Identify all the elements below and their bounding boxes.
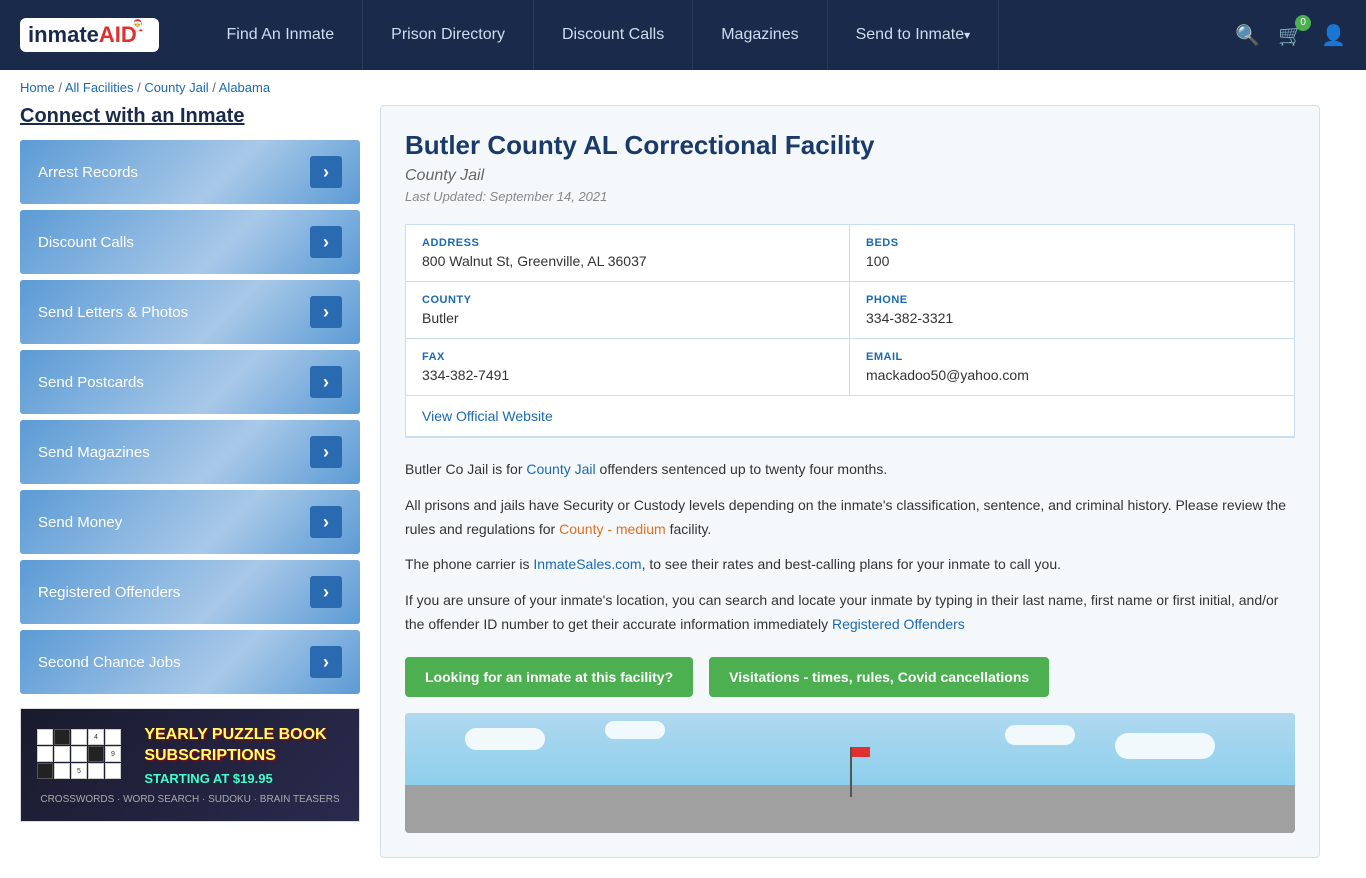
sidebar-item-label: Send Letters & Photos: [38, 304, 188, 321]
flag-icon: [852, 747, 870, 757]
sidebar: Connect with an Inmate Arrest Records › …: [20, 105, 360, 858]
nav-send-to-inmate[interactable]: Send to Inmate: [828, 0, 1000, 70]
action-buttons: Looking for an inmate at this facility? …: [405, 657, 1295, 697]
sidebar-item-label: Discount Calls: [38, 234, 134, 251]
desc-para-1: Butler Co Jail is for County Jail offend…: [405, 458, 1295, 482]
county-jail-link[interactable]: County Jail: [526, 461, 595, 477]
phone-label: PHONE: [866, 294, 1278, 306]
fax-cell: FAX 334-382-7491: [406, 339, 850, 396]
county-label: COUNTY: [422, 294, 833, 306]
navbar: inmate AID 🎅 Find An Inmate Prison Direc…: [0, 0, 1366, 70]
cloud-4: [1005, 725, 1075, 745]
sidebar-arrow-icon: ›: [310, 646, 342, 678]
county-value: Butler: [422, 310, 833, 326]
official-link-cell: View Official Website: [406, 396, 1294, 437]
nav-magazines[interactable]: Magazines: [693, 0, 827, 70]
sidebar-arrow-icon: ›: [310, 436, 342, 468]
sidebar-item-send-money[interactable]: Send Money ›: [20, 490, 360, 554]
cart-icon[interactable]: 🛒 0: [1278, 23, 1303, 48]
cart-badge: 0: [1295, 15, 1311, 31]
cloud-3: [1115, 733, 1215, 759]
breadcrumb: Home / All Facilities / County Jail / Al…: [0, 70, 1366, 105]
facility-content: Butler County AL Correctional Facility C…: [380, 105, 1320, 858]
sidebar-title: Connect with an Inmate: [20, 105, 360, 128]
email-value: mackadoo50@yahoo.com: [866, 367, 1278, 383]
official-website-link[interactable]: View Official Website: [422, 408, 553, 424]
sidebar-item-label: Registered Offenders: [38, 584, 180, 601]
user-icon[interactable]: 👤: [1321, 23, 1346, 48]
facility-description: Butler Co Jail is for County Jail offend…: [405, 458, 1295, 637]
registered-offenders-link[interactable]: Registered Offenders: [832, 616, 965, 632]
ad-types: CROSSWORDS · WORD SEARCH · SUDOKU · BRAI…: [37, 794, 343, 805]
breadcrumb-all-facilities[interactable]: All Facilities: [65, 80, 134, 95]
sidebar-arrow-icon: ›: [310, 156, 342, 188]
sidebar-ad[interactable]: 4 9 5: [20, 708, 360, 822]
looking-for-inmate-button[interactable]: Looking for an inmate at this facility?: [405, 657, 693, 697]
cloud-1: [465, 728, 545, 750]
phone-value: 334-382-3321: [866, 310, 1278, 326]
sidebar-arrow-icon: ›: [310, 366, 342, 398]
sidebar-arrow-icon: ›: [310, 576, 342, 608]
logo-hat-icon: 🎅: [131, 19, 145, 32]
nav-icons: 🔍 🛒 0 👤: [1235, 23, 1346, 48]
desc-para-3: The phone carrier is InmateSales.com, to…: [405, 553, 1295, 577]
sidebar-item-label: Send Money: [38, 514, 122, 531]
facility-title: Butler County AL Correctional Facility: [405, 130, 1295, 161]
breadcrumb-home[interactable]: Home: [20, 80, 55, 95]
sidebar-arrow-icon: ›: [310, 506, 342, 538]
sidebar-arrow-icon: ›: [310, 296, 342, 328]
address-value: 800 Walnut St, Greenville, AL 36037: [422, 253, 833, 269]
sidebar-item-second-chance-jobs[interactable]: Second Chance Jobs ›: [20, 630, 360, 694]
nav-discount-calls[interactable]: Discount Calls: [534, 0, 693, 70]
sidebar-item-send-postcards[interactable]: Send Postcards ›: [20, 350, 360, 414]
address-cell: ADDRESS 800 Walnut St, Greenville, AL 36…: [406, 225, 850, 282]
facility-image: [405, 713, 1295, 833]
sidebar-item-send-letters[interactable]: Send Letters & Photos ›: [20, 280, 360, 344]
sidebar-item-discount-calls[interactable]: Discount Calls ›: [20, 210, 360, 274]
sidebar-items: Arrest Records › Discount Calls › Send L…: [20, 140, 360, 694]
fax-value: 334-382-7491: [422, 367, 833, 383]
desc-para-4: If you are unsure of your inmate's locat…: [405, 589, 1295, 637]
nav-prison-directory[interactable]: Prison Directory: [363, 0, 534, 70]
sidebar-item-registered-offenders[interactable]: Registered Offenders ›: [20, 560, 360, 624]
county-medium-link[interactable]: County - medium: [559, 521, 666, 537]
sidebar-item-send-magazines[interactable]: Send Magazines ›: [20, 420, 360, 484]
ad-title: YEARLY PUZZLE BOOK SUBSCRIPTIONS: [144, 725, 343, 767]
visitation-button[interactable]: Visitations - times, rules, Covid cancel…: [709, 657, 1049, 697]
desc-para-2: All prisons and jails have Security or C…: [405, 494, 1295, 542]
breadcrumb-alabama[interactable]: Alabama: [219, 80, 270, 95]
beds-label: BEDS: [866, 237, 1278, 249]
facility-type: County Jail: [405, 167, 1295, 185]
fax-label: FAX: [422, 351, 833, 363]
breadcrumb-county-jail[interactable]: County Jail: [144, 80, 208, 95]
nav-links: Find An Inmate Prison Directory Discount…: [199, 0, 1236, 70]
sidebar-item-arrest-records[interactable]: Arrest Records ›: [20, 140, 360, 204]
address-label: ADDRESS: [422, 237, 833, 249]
sidebar-item-label: Arrest Records: [38, 164, 138, 181]
email-cell: EMAIL mackadoo50@yahoo.com: [850, 339, 1294, 396]
phone-cell: PHONE 334-382-3321: [850, 282, 1294, 339]
facility-info-grid: ADDRESS 800 Walnut St, Greenville, AL 36…: [405, 224, 1295, 438]
sidebar-item-label: Send Magazines: [38, 444, 150, 461]
beds-value: 100: [866, 253, 1278, 269]
beds-cell: BEDS 100: [850, 225, 1294, 282]
ad-subtitle: STARTING AT $19.95: [144, 771, 343, 786]
sidebar-item-label: Send Postcards: [38, 374, 144, 391]
flag-pole: [850, 747, 852, 797]
email-label: EMAIL: [866, 351, 1278, 363]
logo-text: inmate: [28, 22, 99, 48]
cloud-2: [605, 721, 665, 739]
logo[interactable]: inmate AID 🎅: [20, 18, 159, 52]
inmate-sales-link[interactable]: InmateSales.com: [533, 556, 641, 572]
main-container: Connect with an Inmate Arrest Records › …: [0, 105, 1340, 878]
facility-updated: Last Updated: September 14, 2021: [405, 189, 1295, 204]
county-cell: COUNTY Butler: [406, 282, 850, 339]
sidebar-item-label: Second Chance Jobs: [38, 654, 181, 671]
sidebar-arrow-icon: ›: [310, 226, 342, 258]
nav-find-inmate[interactable]: Find An Inmate: [199, 0, 364, 70]
search-icon[interactable]: 🔍: [1235, 23, 1260, 48]
